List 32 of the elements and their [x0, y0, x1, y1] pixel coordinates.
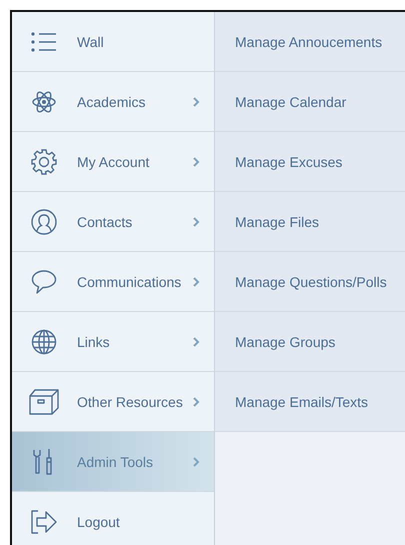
menu-label: Other Resources	[77, 394, 184, 410]
submenu-item[interactable]: Manage Emails/Texts	[215, 372, 405, 432]
submenu-item[interactable]: Manage Groups	[215, 312, 405, 372]
atom-icon	[31, 88, 57, 114]
submenu-item[interactable]: Manage Annoucements	[215, 12, 405, 72]
submenu-item[interactable]: Manage Questions/Polls	[215, 252, 405, 312]
menu-item[interactable]: Logout	[12, 492, 214, 545]
menu-label: Links	[77, 334, 111, 350]
menu-item[interactable]: Admin Tools	[12, 432, 214, 492]
list-icon	[31, 30, 57, 52]
gear-icon	[31, 148, 57, 174]
menu-label: Admin Tools	[77, 454, 154, 470]
menu-item[interactable]: My Account	[12, 132, 214, 192]
menu-item[interactable]: Wall	[12, 12, 214, 72]
box-icon	[29, 388, 59, 414]
menu-label: Wall	[77, 34, 105, 50]
globe-icon	[31, 328, 57, 354]
submenu-item[interactable]: Manage Excuses	[215, 132, 405, 192]
menu-label: My Account	[77, 154, 150, 170]
user-icon	[31, 208, 57, 234]
submenu-item[interactable]: Manage Calendar	[215, 72, 405, 132]
speech-bubble-icon	[31, 268, 57, 294]
menu-label: Logout	[77, 514, 121, 530]
menu-item[interactable]: Communications	[12, 252, 214, 312]
logout-icon	[30, 508, 58, 534]
menu-label: Communications	[77, 274, 182, 290]
menu-label: Contacts	[77, 214, 134, 230]
menu-label: Academics	[77, 94, 146, 110]
menu-item[interactable]: Links	[12, 312, 214, 372]
submenu-item[interactable]: Manage Files	[215, 192, 405, 252]
menu-item[interactable]: Contacts	[12, 192, 214, 252]
menu-item[interactable]: Academics	[12, 72, 214, 132]
